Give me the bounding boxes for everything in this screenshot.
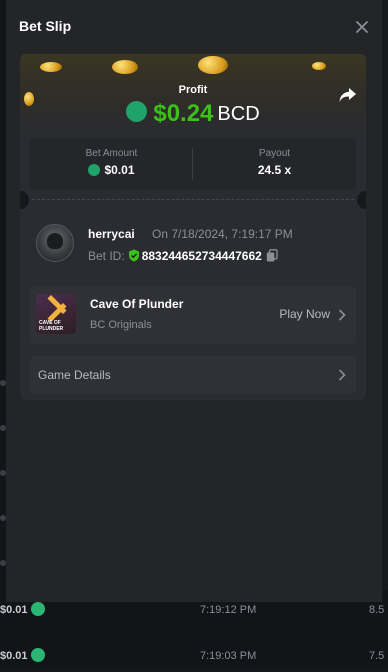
bet-card: Profit $0.24 BCD Bet Amount $0.01 Payout … <box>20 54 366 400</box>
payout-stat: Payout 24.5 x <box>193 138 356 190</box>
profit-unit: BCD <box>217 102 260 125</box>
game-name: Cave Of Plunder <box>90 297 184 311</box>
ticket-notch-left <box>20 191 29 209</box>
copy-icon[interactable] <box>266 249 278 262</box>
share-button[interactable] <box>338 86 358 104</box>
bcd-currency-icon <box>31 648 45 662</box>
avatar[interactable] <box>36 224 74 262</box>
bet-id-value: 883244652734447662 <box>141 249 262 263</box>
play-now-button[interactable]: Play Now <box>279 307 330 321</box>
profit-amount: $0.24 BCD <box>20 100 366 128</box>
game-provider: BC Originals <box>90 319 152 331</box>
verified-shield-icon <box>128 249 139 262</box>
modal-title: Bet Slip <box>19 18 72 34</box>
chevron-right-icon <box>339 369 346 381</box>
bet-amount-value-wrap: $0.01 <box>30 163 193 177</box>
ticket-divider <box>32 199 354 200</box>
bet-amount-stat: Bet Amount $0.01 <box>30 138 193 190</box>
modal-header: Bet Slip <box>6 0 382 54</box>
decorative-coin <box>40 62 62 72</box>
chevron-right-icon <box>339 309 346 321</box>
row-payout: 8.5 <box>369 604 385 616</box>
payout-label: Payout <box>258 148 291 159</box>
close-button[interactable] <box>352 17 372 37</box>
bet-slip-modal: Bet Slip Profit $0.24 BCD Bet Amount $0.… <box>6 0 382 602</box>
row-amount: $0.01 <box>0 650 28 662</box>
decorative-coin <box>198 56 228 74</box>
profit-label: Profit <box>178 84 208 96</box>
bet-amount-value: $0.01 <box>104 163 135 177</box>
username[interactable]: herrycai <box>88 227 135 241</box>
bcd-currency-icon <box>88 164 101 176</box>
bet-amount-label: Bet Amount <box>85 148 138 159</box>
thumbnail-title: CAVE OF PLUNDER <box>39 320 64 332</box>
payout-value: 24.5 x <box>257 163 292 177</box>
row-amount: $0.01 <box>0 604 28 616</box>
bet-time: On 7/18/2024, 7:19:17 PM <box>152 227 293 241</box>
profit-value: $0.24 <box>153 100 214 127</box>
background-bet-row: $0.01 7:19:03 PM 7.5 <box>0 642 388 672</box>
game-details-label: Game Details <box>38 368 111 382</box>
row-payout: 7.5 <box>369 650 385 662</box>
close-icon <box>356 21 368 33</box>
bcd-currency-icon <box>126 100 148 122</box>
bcd-currency-icon <box>31 602 45 616</box>
bet-id-label: Bet ID: <box>88 249 125 263</box>
share-icon <box>339 88 356 102</box>
row-time: 7:19:03 PM <box>200 650 257 662</box>
ticket-notch-right <box>357 191 366 209</box>
bet-user-info: herrycai On 7/18/2024, 7:19:17 PM Bet ID… <box>36 224 356 268</box>
decorative-coin <box>312 62 326 70</box>
game-link-row[interactable]: CAVE OF PLUNDER Cave Of Plunder BC Origin… <box>30 286 356 344</box>
bet-stats: Bet Amount $0.01 Payout 24.5 x <box>30 138 356 190</box>
bet-id-row: Bet ID: 883244652734447662 <box>88 249 278 263</box>
row-time: 7:19:12 PM <box>200 604 257 616</box>
game-thumbnail: CAVE OF PLUNDER <box>36 294 76 334</box>
game-details-row[interactable]: Game Details <box>30 356 356 394</box>
decorative-coin <box>112 60 138 74</box>
